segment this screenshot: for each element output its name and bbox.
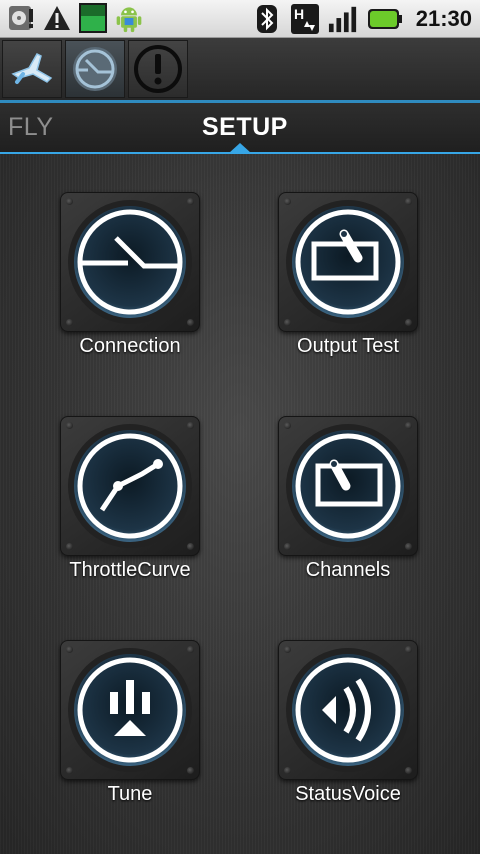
tile-label: ThrottleCurve (69, 559, 191, 581)
alert-icon (42, 2, 72, 34)
active-tab-indicator (229, 143, 251, 153)
tile-label: Output Test (297, 335, 399, 357)
setup-grid: Connection Output Test ThrottleCurve Cha… (0, 154, 480, 854)
battery-level-icon (78, 2, 108, 34)
tab-fly[interactable]: FLY (8, 113, 54, 142)
channels-icon (286, 424, 410, 548)
status-bar: H 21:30 (0, 0, 480, 38)
throttle-curve-icon (68, 424, 192, 548)
storage-warning-icon (6, 2, 36, 34)
output-test-tile[interactable]: Output Test (248, 192, 448, 372)
connection-gauge-icon (68, 200, 192, 324)
tab-setup[interactable]: SETUP (202, 113, 288, 142)
tile-label: Connection (79, 335, 181, 357)
hsdpa-icon: H (290, 3, 320, 35)
android-icon (114, 2, 144, 34)
tune-tile[interactable]: Tune (30, 640, 230, 820)
output-test-icon (286, 200, 410, 324)
status-voice-tile[interactable]: StatusVoice (248, 640, 448, 820)
fly-mode-button[interactable] (2, 40, 62, 98)
status-voice-icon (286, 648, 410, 772)
tile-label: StatusVoice (295, 783, 401, 805)
tune-icon (68, 648, 192, 772)
bluetooth-icon (252, 3, 282, 35)
tile-label: Tune (107, 783, 153, 805)
svg-text:H: H (294, 6, 304, 22)
alerts-button[interactable] (128, 40, 188, 98)
clock: 21:30 (415, 6, 472, 31)
throttle-curve-tile[interactable]: ThrottleCurve (30, 416, 230, 596)
airplane-icon (11, 53, 53, 84)
channels-tile[interactable]: Channels (248, 416, 448, 596)
tile-label: Channels (305, 559, 391, 581)
action-strip (0, 38, 480, 100)
signal-icon (328, 3, 358, 35)
gauge-icon (73, 47, 117, 91)
gauge-button[interactable] (65, 40, 125, 98)
battery-icon (366, 3, 404, 35)
exclamation-icon (134, 45, 182, 93)
connection-tile[interactable]: Connection (30, 192, 230, 372)
